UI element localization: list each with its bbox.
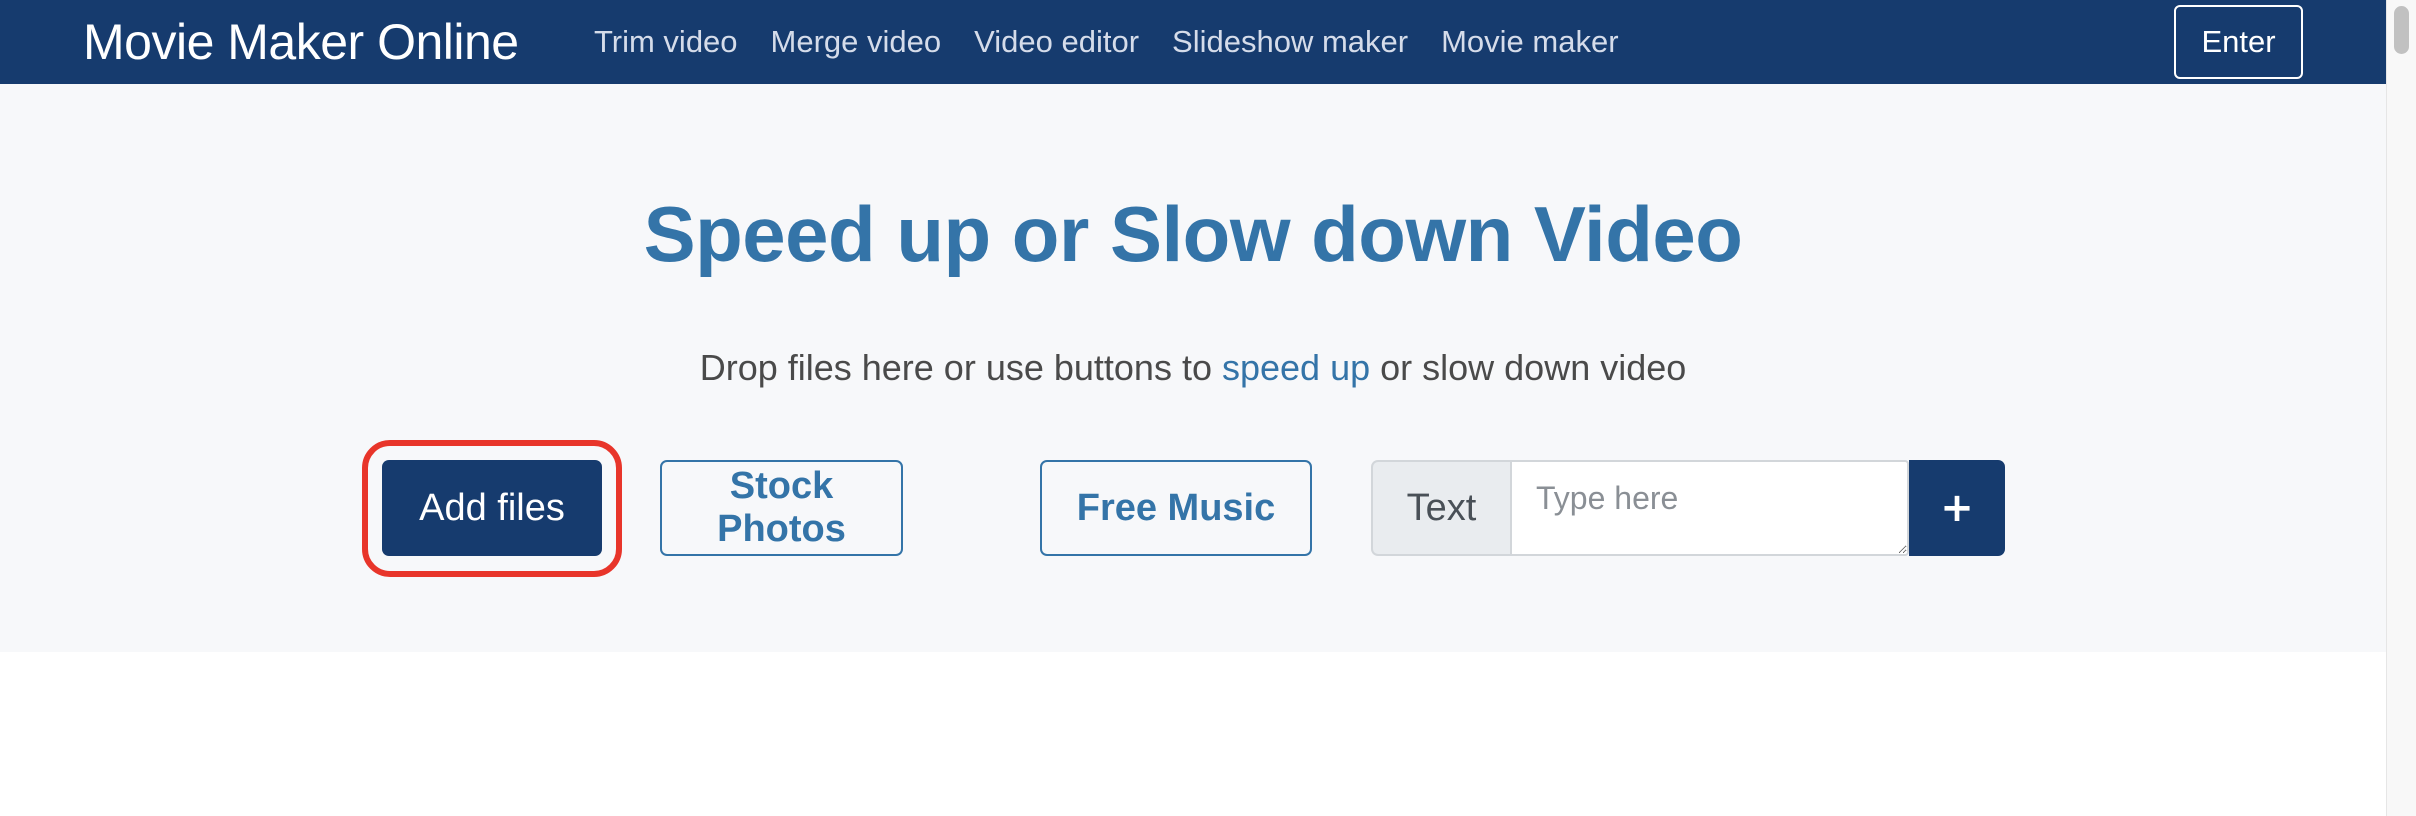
add-text-button[interactable]: +	[1909, 460, 2005, 556]
nav-trim-video[interactable]: Trim video	[594, 22, 738, 62]
plus-icon: +	[1940, 485, 1974, 531]
navbar: Movie Maker Online Trim video Merge vide…	[0, 0, 2386, 84]
stock-photos-button[interactable]: Stock Photos	[660, 460, 903, 556]
text-input[interactable]	[1510, 460, 1909, 556]
subtitle-text-before: Drop files here or use buttons to	[699, 347, 1222, 388]
upload-hero: Speed up or Slow down Video Drop files h…	[0, 84, 2386, 652]
text-label: Text	[1371, 460, 1510, 556]
add-files-button[interactable]: Add files	[382, 460, 602, 556]
page-title: Speed up or Slow down Video	[643, 190, 1743, 278]
speed-up-link[interactable]: speed up	[1222, 347, 1370, 388]
page: Movie Maker Online Trim video Merge vide…	[0, 0, 2386, 816]
brand-logo[interactable]: Movie Maker Online	[83, 12, 519, 72]
vertical-scrollbar[interactable]	[2386, 0, 2416, 816]
main-nav: Trim video Merge video Video editor Slid…	[594, 22, 1652, 62]
nav-video-editor[interactable]: Video editor	[974, 22, 1139, 62]
nav-slideshow-maker[interactable]: Slideshow maker	[1172, 22, 1408, 62]
scrollbar-thumb[interactable]	[2394, 6, 2409, 54]
subtitle-text-after: or slow down video	[1370, 347, 1687, 388]
enter-button[interactable]: Enter	[2174, 5, 2303, 79]
nav-merge-video[interactable]: Merge video	[771, 22, 942, 62]
free-music-button[interactable]: Free Music	[1040, 460, 1312, 556]
add-text-group: Text +	[1371, 460, 2005, 556]
drop-instructions: Drop files here or use buttons to speed …	[0, 346, 2386, 390]
nav-movie-maker[interactable]: Movie maker	[1441, 22, 1618, 62]
